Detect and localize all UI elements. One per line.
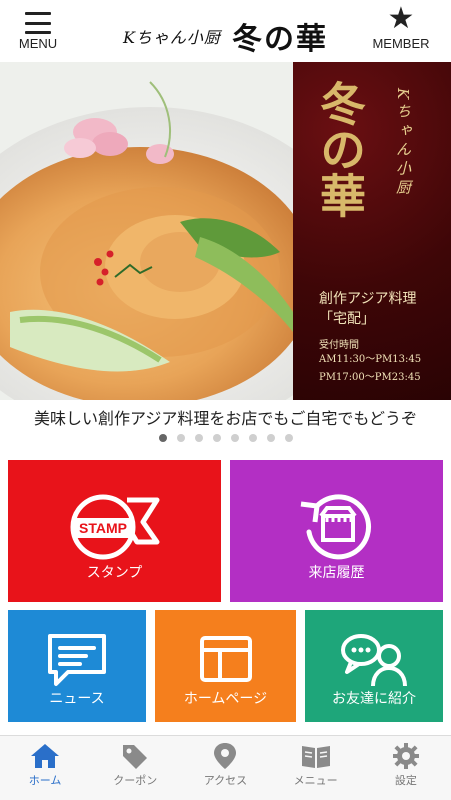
news-tile[interactable]: ニュース bbox=[8, 610, 146, 722]
panel-title: 冬の華 bbox=[313, 80, 367, 218]
bottom-tab-bar: ホーム クーポン アクセス メニュー 設定 bbox=[0, 735, 451, 800]
gear-icon bbox=[392, 743, 419, 769]
panel-hours-am: AM11:30〜PM13:45 bbox=[319, 354, 422, 365]
slider-dot[interactable] bbox=[158, 434, 167, 442]
hero-caption: 美味しい創作アジア料理をお店でもご自宅でもどうぞ bbox=[33, 409, 418, 428]
hero-banner[interactable]: 冬の華 Kちゃん小厨 創作アジア料理 「宅配」 受付時間 AM11:30〜PM1… bbox=[0, 62, 451, 400]
store-history-icon bbox=[300, 494, 371, 560]
logo-small-text: Kちゃん小厨 bbox=[122, 28, 221, 47]
slider-dot[interactable] bbox=[266, 434, 275, 442]
homepage-icon bbox=[199, 636, 252, 682]
home-icon bbox=[31, 744, 60, 768]
tab-coupon[interactable]: クーポン bbox=[90, 736, 180, 800]
app-screen: MENU Kちゃん小厨 冬の華 ★ MEMBER 冬の華 Kちゃん小厨 創作アジ… bbox=[0, 0, 451, 800]
visit-history-tile[interactable]: 来店履歴 bbox=[230, 460, 443, 602]
slider-dot[interactable] bbox=[248, 434, 257, 442]
homepage-tile[interactable]: ホームページ bbox=[155, 610, 296, 722]
star-icon: ★ bbox=[387, 1, 415, 36]
location-pin-icon bbox=[214, 743, 237, 769]
tab-access-label: アクセス bbox=[203, 774, 248, 787]
slider-dot[interactable] bbox=[284, 434, 293, 442]
member-label: MEMBER bbox=[372, 36, 430, 51]
app-header: MENU Kちゃん小厨 冬の華 ★ MEMBER bbox=[0, 0, 451, 62]
menu-book-icon bbox=[301, 746, 330, 768]
tab-home-label: ホーム bbox=[28, 774, 62, 787]
tab-coupon-label: クーポン bbox=[113, 774, 158, 787]
slider-dot[interactable] bbox=[230, 434, 239, 442]
panel-hours-label: 受付時間 bbox=[319, 340, 359, 351]
slider-dot[interactable] bbox=[176, 434, 185, 442]
svg-text:STAMP: STAMP bbox=[79, 520, 127, 536]
tab-menu[interactable]: メニュー bbox=[271, 736, 361, 800]
hero-info-panel: 冬の華 Kちゃん小厨 創作アジア料理 「宅配」 受付時間 AM11:30〜PM1… bbox=[293, 62, 451, 400]
invite-friend-tile[interactable]: お友達に紹介 bbox=[305, 610, 443, 722]
panel-subtitle: Kちゃん小厨 bbox=[394, 88, 412, 199]
tab-home[interactable]: ホーム bbox=[0, 736, 90, 800]
stamp-tile[interactable]: STAMP スタンプ bbox=[8, 460, 221, 602]
panel-cuisine: 創作アジア料理 bbox=[319, 291, 417, 307]
slider-dot[interactable] bbox=[194, 434, 203, 442]
invite-friend-label: お友達に紹介 bbox=[332, 691, 416, 707]
slider-dots bbox=[0, 434, 451, 442]
tab-settings[interactable]: 設定 bbox=[361, 736, 451, 800]
panel-delivery: 「宅配」 bbox=[319, 311, 375, 327]
stamp-label: スタンプ bbox=[86, 565, 143, 581]
visit-history-label: 来店履歴 bbox=[308, 565, 365, 581]
tab-settings-label: 設定 bbox=[394, 774, 417, 787]
coupon-icon bbox=[123, 745, 148, 769]
friend-icon bbox=[341, 634, 407, 687]
stamp-icon: STAMP bbox=[70, 494, 159, 560]
homepage-label: ホームページ bbox=[183, 691, 268, 707]
logo-big-text: 冬の華 bbox=[232, 22, 329, 57]
member-button[interactable]: ★ MEMBER bbox=[355, 0, 447, 62]
news-label: ニュース bbox=[49, 691, 105, 707]
tab-menu-label: メニュー bbox=[293, 774, 338, 787]
tab-access[interactable]: アクセス bbox=[180, 736, 270, 800]
news-icon bbox=[48, 634, 106, 686]
food-photo bbox=[0, 62, 293, 400]
slider-dot[interactable] bbox=[212, 434, 221, 442]
panel-hours-pm: PM17:00〜PM23:45 bbox=[319, 372, 421, 383]
